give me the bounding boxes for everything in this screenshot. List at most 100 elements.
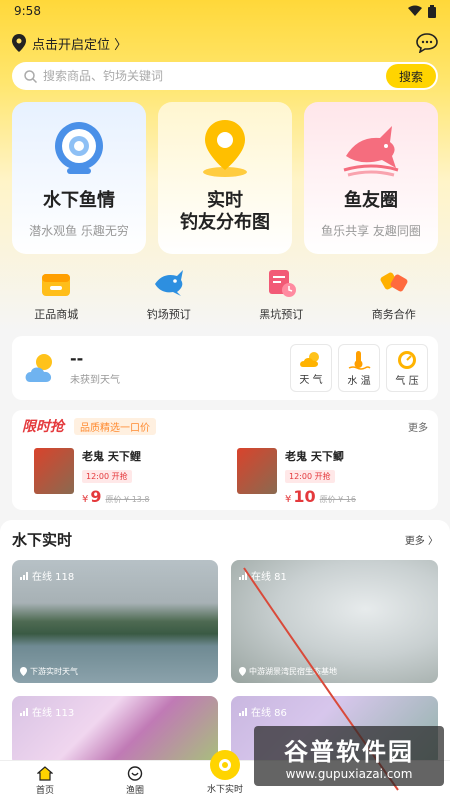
live-section-title: 水下实时: [12, 530, 73, 550]
quick-link-pond[interactable]: 黑坑预订: [225, 268, 338, 328]
weather-button-label: 气 压: [395, 375, 419, 387]
watermark-url: www.gupuxiazai.com: [285, 766, 413, 781]
search-icon: [24, 69, 37, 83]
handshake-icon: [380, 272, 408, 292]
wifi-icon: [408, 5, 422, 16]
product-price: 10: [293, 487, 316, 506]
product-image: [237, 448, 277, 494]
status-time: 9:58: [14, 4, 41, 18]
online-count: 在线 113: [20, 704, 74, 719]
home-icon: [37, 765, 53, 781]
tab-fishing-circle[interactable]: 渔圈: [90, 761, 180, 800]
weather-button-label: 水 温: [347, 375, 371, 387]
live-icon: [210, 750, 240, 780]
card-subtitle: 潜水观鱼 乐趣无穷: [29, 224, 129, 238]
weather-card[interactable]: -- 未获到天气 天 气 水 温 气 压: [12, 336, 438, 400]
flash-sale-title: 限时抢: [22, 419, 64, 435]
signal-icon: [20, 707, 28, 716]
camera-icon: [51, 118, 107, 178]
search-button[interactable]: 搜索: [386, 64, 436, 88]
map-pin-icon: [199, 118, 251, 178]
gauge-icon: [398, 350, 416, 369]
search-input[interactable]: [43, 69, 386, 83]
live-stream-card[interactable]: 在线 81 中游湖景湾民宿生态基地: [231, 560, 438, 683]
card-subtitle: 鱼乐共享 友趣同圈: [321, 224, 421, 238]
card-title: 水下鱼情: [43, 190, 115, 211]
quick-link-shop[interactable]: 正品商城: [0, 268, 113, 328]
weather-button-label: 天 气: [299, 374, 323, 386]
thermometer-icon: [348, 350, 371, 370]
original-price: 原价 ¥ 16: [319, 495, 356, 504]
status-bar: 9:58: [0, 0, 450, 22]
online-count: 在线 81: [239, 568, 287, 583]
quick-link-business[interactable]: 商务合作: [338, 268, 450, 328]
weather-value: --: [70, 348, 84, 368]
quick-link-label: 商务合作: [371, 308, 416, 321]
flash-sale-item[interactable]: 老鬼 天下鲤 12:00 开抢 ¥ 9 原价 ¥ 13.8: [22, 448, 225, 506]
sale-time-badge: 12:00 开抢: [82, 470, 132, 483]
online-count: 在线 86: [239, 704, 287, 719]
weather-status: 未获到天气: [70, 374, 120, 386]
signal-icon: [239, 571, 247, 580]
chat-icon[interactable]: [416, 33, 438, 53]
flash-sale-more[interactable]: 更多: [408, 419, 428, 434]
live-stream-card[interactable]: 在线 118 下游实时天气: [12, 560, 218, 683]
currency-symbol: ¥: [82, 494, 89, 505]
location-label[interactable]: 点击开启定位 〉: [32, 34, 127, 53]
battery-icon: [428, 4, 436, 18]
signal-icon: [20, 571, 28, 580]
circle-icon: [127, 765, 143, 781]
location-pin-icon: [12, 34, 26, 52]
water-temp-button[interactable]: 水 温: [338, 344, 380, 392]
watermark-title: 谷普软件园: [284, 737, 414, 766]
flash-sale-item[interactable]: 老鬼 天下鲫 12:00 开抢 ¥ 10 原价 ¥ 16: [225, 448, 428, 506]
stream-location: 下游实时天气: [20, 666, 78, 677]
currency-symbol: ¥: [285, 494, 292, 505]
fish-icon: [340, 118, 402, 178]
card-title: 鱼友圈: [344, 190, 398, 211]
product-image: [34, 448, 74, 494]
tab-home[interactable]: 首页: [0, 761, 90, 800]
quick-link-venue[interactable]: 钓场预订: [113, 268, 226, 328]
online-count-text: 在线 81: [251, 572, 287, 583]
online-count: 在线 118: [20, 568, 74, 583]
signal-icon: [239, 707, 247, 716]
search-bar[interactable]: 搜索: [12, 62, 438, 90]
card-underwater[interactable]: 水下鱼情 潜水观鱼 乐趣无穷: [12, 102, 146, 254]
quick-link-label: 钓场预订: [146, 308, 191, 321]
product-price: 9: [90, 487, 102, 506]
online-count-text: 在线 113: [32, 708, 75, 719]
sale-time-badge: 12:00 开抢: [285, 470, 335, 483]
quick-link-label: 正品商城: [34, 308, 79, 321]
stream-location-text: 下游实时天气: [30, 667, 78, 676]
location-pin-icon: [20, 667, 27, 676]
online-count-text: 在线 86: [251, 708, 287, 719]
product-name: 老鬼 天下鲫: [285, 450, 344, 463]
live-stream-card[interactable]: 在线 113: [12, 696, 218, 766]
feature-cards: 水下鱼情 潜水观鱼 乐趣无穷 实时 钓友分布图 鱼友圈 鱼乐共享 友趣同圈: [12, 102, 438, 254]
quick-link-label: 黑坑预订: [259, 308, 304, 321]
location-pin-icon: [239, 667, 246, 676]
flash-sale-section: 限时抢 品质精选一口价 更多 老鬼 天下鲤 12:00 开抢 ¥ 9 原价 ¥ …: [12, 410, 438, 510]
card-angler-map[interactable]: 实时 钓友分布图: [158, 102, 292, 254]
flash-sale-subtitle: 品质精选一口价: [74, 417, 156, 435]
product-name: 老鬼 天下鲤: [82, 450, 141, 463]
weather-button[interactable]: 天 气: [290, 344, 332, 392]
stream-location-text: 中游湖景湾民宿生态基地: [249, 667, 337, 676]
shop-icon: [42, 274, 71, 296]
original-price: 原价 ¥ 13.8: [105, 495, 150, 504]
card-title: 实时 钓友分布图: [180, 190, 270, 233]
pressure-button[interactable]: 气 压: [386, 344, 428, 392]
stream-location: 中游湖景湾民宿生态基地: [239, 666, 337, 677]
tab-label: 渔圈: [125, 785, 144, 796]
online-count-text: 在线 118: [32, 572, 75, 583]
location-row[interactable]: 点击开启定位 〉: [12, 32, 438, 54]
cloud-sun-icon: [25, 354, 52, 382]
card-fish-circle[interactable]: 鱼友圈 鱼乐共享 友趣同圈: [304, 102, 438, 254]
watermark: 谷普软件园 www.gupuxiazai.com: [254, 726, 444, 786]
live-more-link[interactable]: 更多 〉: [405, 532, 438, 547]
calendar-icon: [269, 270, 297, 297]
quick-links: 正品商城 钓场预订 黑坑预订 商务合作: [0, 268, 450, 328]
fish-book-icon: [154, 270, 183, 296]
cloud-sun-icon: [300, 351, 319, 367]
